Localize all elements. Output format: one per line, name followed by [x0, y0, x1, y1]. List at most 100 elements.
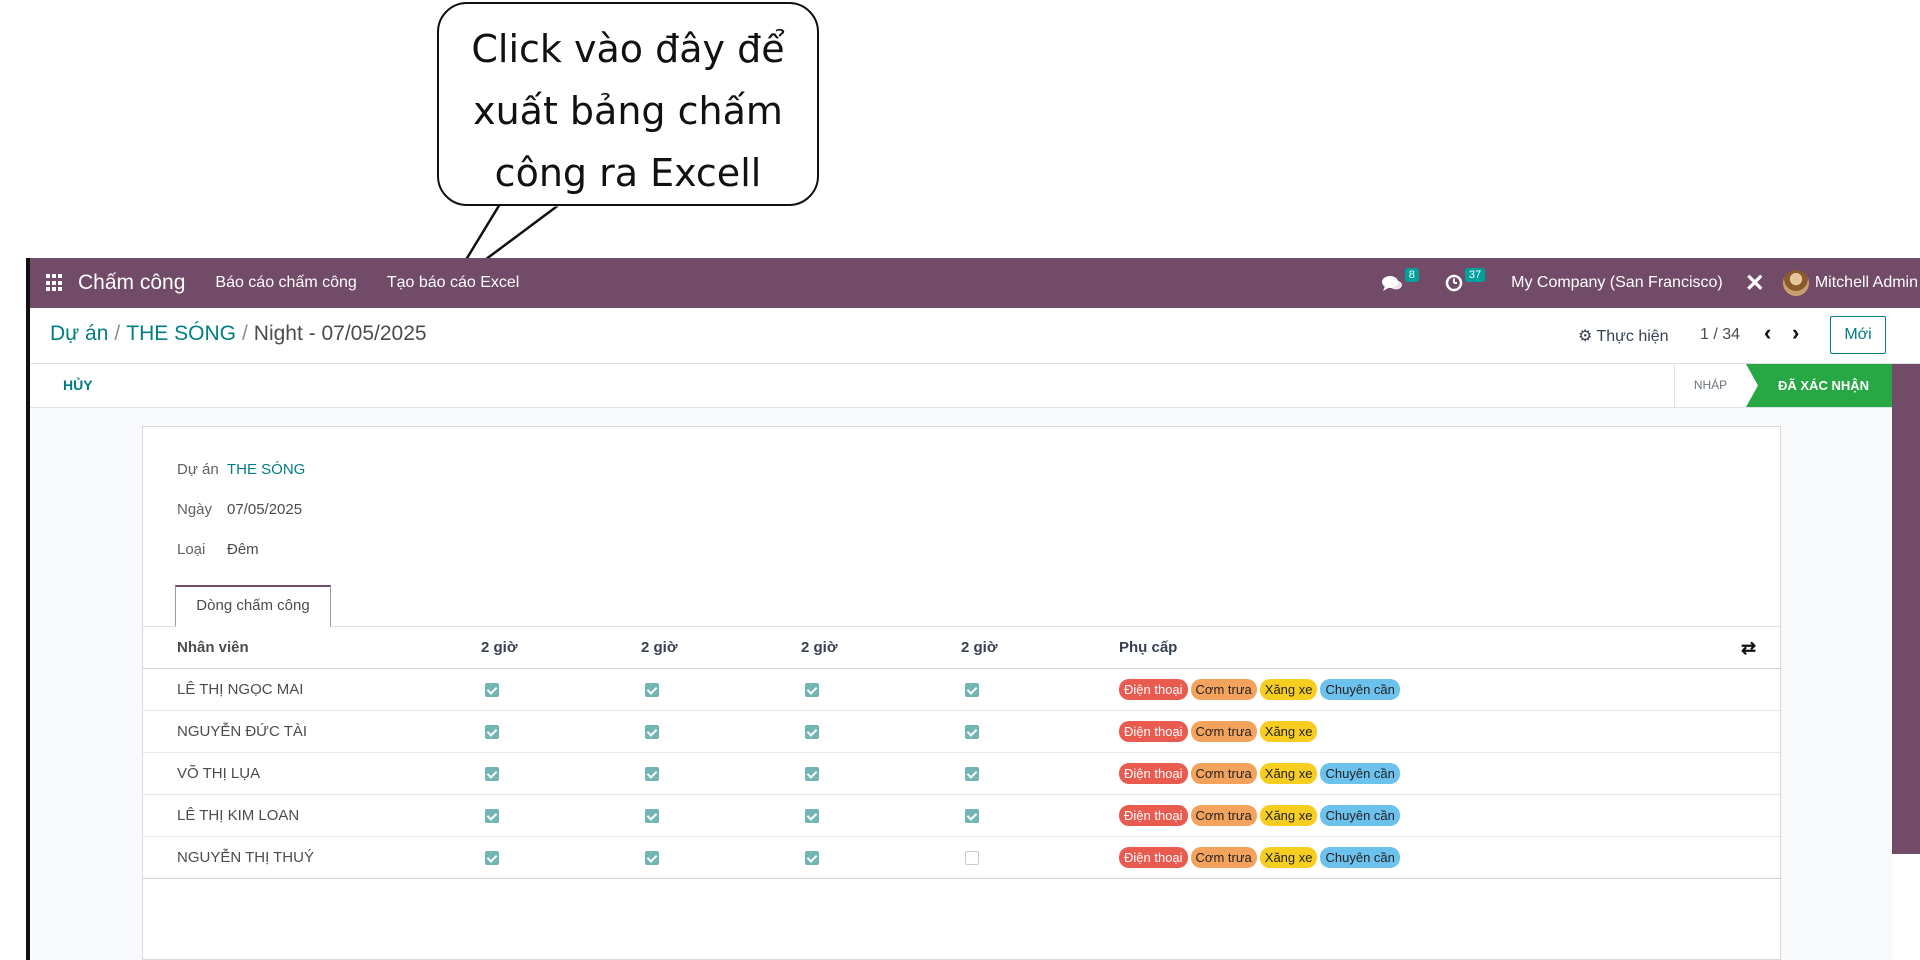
table-header: Nhân viên 2 giờ 2 giờ 2 giờ 2 giờ Phụ cấ… [143, 627, 1782, 669]
checkbox[interactable] [485, 767, 499, 781]
cancel-button[interactable]: HỦY [63, 377, 93, 393]
checkbox[interactable] [645, 725, 659, 739]
project-label: Dự án [177, 461, 219, 478]
stage-draft[interactable]: NHÁP [1674, 364, 1746, 407]
breadcrumb-projects[interactable]: Dự án [50, 322, 108, 345]
user-avatar[interactable] [1782, 270, 1809, 296]
attendance-table: Nhân viên 2 giờ 2 giờ 2 giờ 2 giờ Phụ cấ… [143, 627, 1782, 879]
callout-line: Click vào đây để [471, 27, 785, 71]
tag-fuel: Xăng xe [1259, 763, 1318, 784]
col-hours-3[interactable]: 2 giờ [801, 627, 838, 669]
side-scroll-strip [1892, 364, 1920, 854]
gear-icon: ⚙ [1578, 328, 1593, 345]
allowance-tags: Điện thoại Cơm trưa Xăng xe [1119, 721, 1320, 742]
checkbox[interactable] [805, 767, 819, 781]
chevron-right-icon[interactable]: › [1792, 320, 1799, 346]
tag-phone: Điện thoại [1119, 763, 1188, 784]
user-menu[interactable]: Mitchell Admin [1815, 274, 1918, 292]
col-hours-2[interactable]: 2 giờ [641, 627, 678, 669]
checkbox[interactable] [645, 809, 659, 823]
app-name[interactable]: Chấm công [78, 271, 185, 295]
company-switcher[interactable]: My Company (San Francisco) [1511, 274, 1723, 292]
checkbox[interactable] [805, 683, 819, 697]
chevron-left-icon[interactable]: ‹ [1764, 320, 1771, 346]
breadcrumb: Dự án / THE SÓNG / Night - 07/05/2025 [50, 322, 427, 345]
checkbox[interactable] [805, 725, 819, 739]
checkbox[interactable] [965, 767, 979, 781]
col-allowance[interactable]: Phụ cấp [1119, 627, 1177, 669]
tag-diligence: Chuyên cần [1320, 805, 1400, 826]
breadcrumb-project[interactable]: THE SÓNG [126, 322, 236, 345]
col-hours-1[interactable]: 2 giờ [481, 627, 518, 669]
tag-lunch: Cơm trưa [1190, 805, 1257, 826]
employee-name: LÊ THỊ KIM LOAN [177, 807, 300, 824]
project-value[interactable]: THE SÓNG [227, 461, 305, 478]
menu-excel-report[interactable]: Tạo báo cáo Excel [387, 274, 520, 292]
checkbox[interactable] [965, 683, 979, 697]
clock-icon [1445, 274, 1463, 292]
table-row[interactable]: NGUYỄN ĐỨC TÀI Điện thoại Cơm trưa Xăng … [143, 711, 1782, 753]
optional-columns-icon[interactable]: ⇄ [1741, 627, 1756, 669]
table-row[interactable]: VÕ THỊ LỤA Điện thoại Cơm trưa Xăng xe C… [143, 753, 1782, 795]
checkbox[interactable] [805, 851, 819, 865]
tag-phone: Điện thoại [1119, 721, 1188, 742]
col-hours-4[interactable]: 2 giờ [961, 627, 998, 669]
control-panel: Dự án / THE SÓNG / Night - 07/05/2025 ⚙ Thực… [30, 308, 1920, 364]
activities-count-badge: 37 [1464, 268, 1486, 282]
tag-lunch: Cơm trưa [1190, 679, 1257, 700]
tag-phone: Điện thoại [1119, 847, 1188, 868]
callout-line: công ra Excell [494, 151, 762, 195]
checkbox[interactable] [645, 767, 659, 781]
navbar-systray: 8 37 My Company (San Francisco) ✕ Mitche… [1381, 258, 1920, 308]
tag-phone: Điện thoại [1119, 679, 1188, 700]
app-grid-icon[interactable] [46, 274, 64, 292]
checkbox[interactable] [485, 809, 499, 823]
menu-attendance-report[interactable]: Báo cáo chấm công [215, 274, 356, 292]
allowance-tags: Điện thoại Cơm trưa Xăng xe Chuyên cần [1119, 679, 1403, 700]
tag-fuel: Xăng xe [1259, 721, 1318, 742]
tag-lunch: Cơm trưa [1190, 763, 1257, 784]
date-label: Ngày [177, 501, 213, 518]
app-window: Chấm công Báo cáo chấm công Tạo báo cáo … [26, 258, 1920, 960]
messages-count-badge: 8 [1404, 268, 1419, 282]
tag-fuel: Xăng xe [1259, 805, 1318, 826]
checkbox[interactable] [965, 809, 979, 823]
callout-line: xuất bảng chấm [473, 89, 783, 133]
tag-diligence: Chuyên cần [1320, 679, 1400, 700]
action-menu-button[interactable]: ⚙ Thực hiện [1578, 326, 1669, 346]
new-button[interactable]: Mới [1830, 316, 1886, 354]
type-value[interactable]: Đêm [227, 541, 259, 558]
top-navbar: Chấm công Báo cáo chấm công Tạo báo cáo … [30, 258, 1920, 308]
checkbox[interactable] [965, 851, 979, 865]
date-value[interactable]: 07/05/2025 [227, 501, 302, 518]
allowance-tags: Điện thoại Cơm trưa Xăng xe Chuyên cần [1119, 763, 1403, 784]
employee-name: NGUYỄN ĐỨC TÀI [177, 723, 308, 740]
activities-button[interactable]: 37 [1445, 268, 1486, 292]
col-employee[interactable]: Nhân viên [177, 627, 249, 669]
checkbox[interactable] [485, 851, 499, 865]
tab-attendance-lines[interactable]: Dòng chấm công [175, 585, 331, 627]
allowance-tags: Điện thoại Cơm trưa Xăng xe Chuyên cần [1119, 847, 1403, 868]
checkbox[interactable] [485, 683, 499, 697]
messages-button[interactable]: 8 [1381, 268, 1419, 292]
checkbox[interactable] [805, 809, 819, 823]
checkbox[interactable] [645, 683, 659, 697]
table-row[interactable]: LÊ THỊ NGỌC MAI Điện thoại Cơm trưa Xăng… [143, 669, 1782, 711]
table-row[interactable]: LÊ THỊ KIM LOAN Điện thoại Cơm trưa Xăng… [143, 795, 1782, 837]
pager-value[interactable]: 1 / 34 [1700, 326, 1740, 344]
tag-lunch: Cơm trưa [1190, 847, 1257, 868]
tag-fuel: Xăng xe [1259, 679, 1318, 700]
action-label: Thực hiện [1596, 328, 1669, 345]
form-sheet: Dự án THE SÓNG Ngày 07/05/2025 Loại Đêm … [142, 426, 1782, 960]
tag-diligence: Chuyên cần [1320, 847, 1400, 868]
checkbox[interactable] [645, 851, 659, 865]
debug-tools-icon[interactable]: ✕ [1745, 269, 1765, 298]
table-row[interactable]: NGUYỄN THỊ THUÝ Điện thoại Cơm trưa Xăng… [143, 837, 1782, 879]
checkbox[interactable] [965, 725, 979, 739]
tag-diligence: Chuyên cần [1320, 763, 1400, 784]
tag-lunch: Cơm trưa [1190, 721, 1257, 742]
stage-confirmed[interactable]: ĐÃ XÁC NHẬN [1746, 364, 1892, 407]
form-statusbar: HỦY NHÁP ĐÃ XÁC NHẬN [30, 364, 1920, 408]
tag-fuel: Xăng xe [1259, 847, 1318, 868]
checkbox[interactable] [485, 725, 499, 739]
